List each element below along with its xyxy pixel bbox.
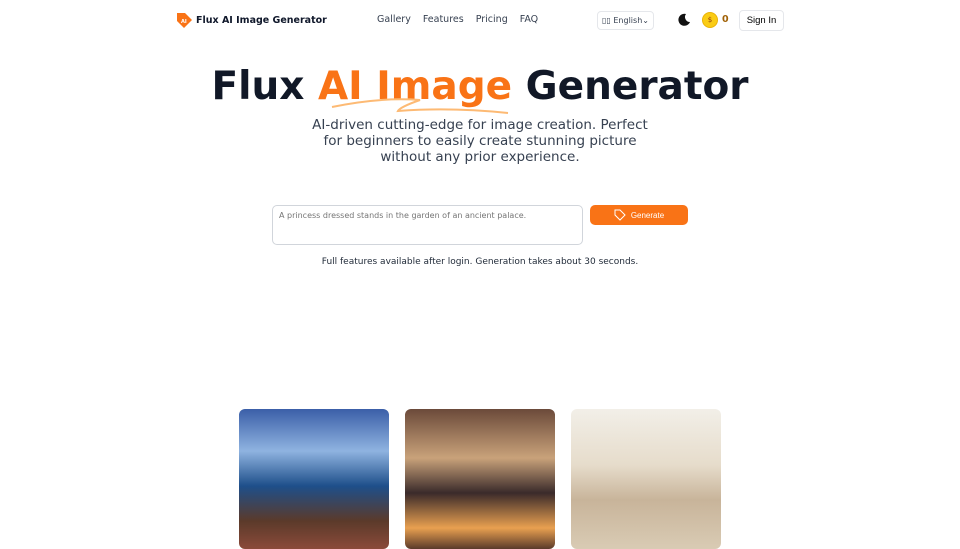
svg-text:AI: AI	[181, 19, 187, 25]
brand-name: Flux AI Image Generator	[196, 15, 327, 26]
tag-icon	[614, 209, 626, 221]
prompt-input[interactable]	[272, 205, 583, 245]
main-nav: Gallery Features Pricing FAQ	[377, 14, 538, 25]
generate-label: Generate	[630, 210, 665, 220]
chevron-down-icon: ⌄	[642, 16, 649, 25]
language-icon: ▯▯	[602, 16, 611, 25]
gallery-image-desert-traveler[interactable]	[571, 409, 721, 549]
gallery-image-mage-girl[interactable]	[405, 409, 555, 549]
underline-swoosh	[331, 98, 509, 114]
credit-count: 0	[722, 14, 729, 25]
nav-faq[interactable]: FAQ	[520, 14, 538, 25]
language-select[interactable]: ▯▯ English ⌄	[597, 11, 654, 30]
hero-subtitle: AI-driven cutting-edge for image creatio…	[312, 117, 648, 165]
sign-in-button[interactable]: Sign In	[739, 10, 784, 31]
nav-pricing[interactable]: Pricing	[476, 14, 508, 25]
header: AI Flux AI Image Generator Gallery Featu…	[0, 0, 960, 40]
brand-logo[interactable]: AI Flux AI Image Generator	[176, 12, 327, 29]
language-label: English	[613, 16, 643, 25]
coin-icon: $	[702, 12, 718, 28]
gallery-image-pirate-girl[interactable]	[239, 409, 389, 549]
tag-logo-icon: AI	[177, 13, 192, 28]
login-note: Full features available after login. Gen…	[321, 257, 639, 267]
nav-features[interactable]: Features	[423, 14, 464, 25]
generate-button[interactable]: Generate	[590, 205, 688, 225]
nav-gallery[interactable]: Gallery	[377, 14, 411, 25]
moon-icon[interactable]	[678, 13, 691, 26]
